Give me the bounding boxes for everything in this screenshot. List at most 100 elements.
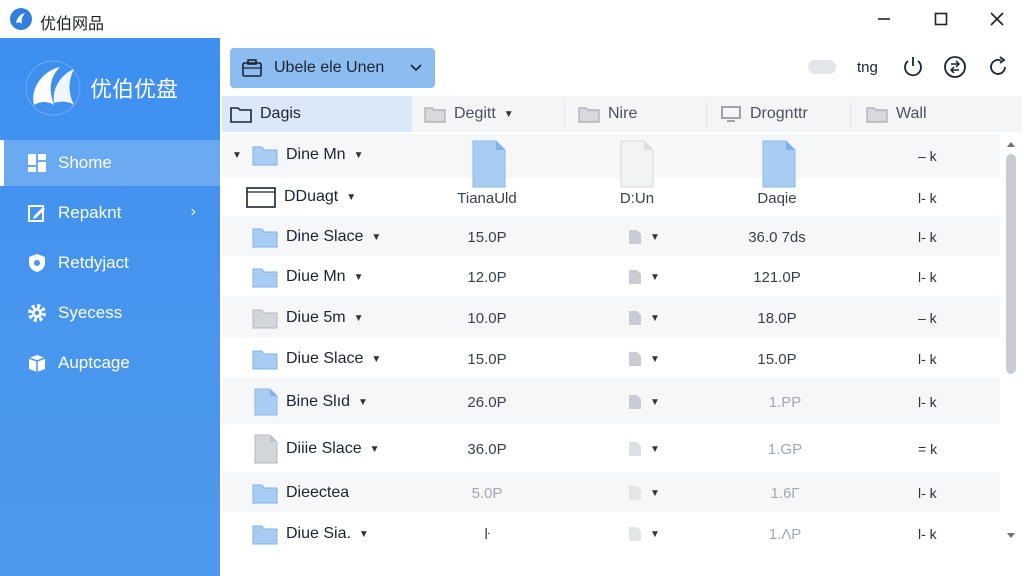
row-type[interactable]: ▼ <box>628 310 660 326</box>
folder-icon <box>252 525 278 545</box>
caret-down-icon[interactable]: ▼ <box>354 313 364 324</box>
file-gray-icon <box>629 527 641 541</box>
caret-down-icon[interactable]: ▼ <box>358 397 368 408</box>
power-icon[interactable] <box>901 55 925 79</box>
tab-degitt[interactable]: Degitt ▼ <box>416 96 562 132</box>
drive-selector-label: Ubele ele Unen <box>274 59 385 76</box>
caret-down-icon[interactable]: ▼ <box>370 444 380 455</box>
folder-icon <box>252 484 278 504</box>
row-type[interactable]: ▼ <box>628 441 660 457</box>
row-name: Diue Slace ▼ <box>252 348 381 370</box>
table-row[interactable]: Diue Sia. ▼ ŀ ▼ 1.ΛP l- k <box>222 512 1000 556</box>
minimize-button[interactable] <box>862 4 906 34</box>
caret-down-icon[interactable]: ▼ <box>354 150 364 161</box>
table-row[interactable]: Diiie Slace ▼ 36.0P ▼ 1.GP = k <box>222 424 1000 472</box>
tab-separator <box>564 100 565 128</box>
box-folder-icon <box>246 187 276 208</box>
row-action[interactable]: l- k <box>918 229 937 245</box>
table-row[interactable]: ▼ Dine Mn ▼ – k <box>222 134 1000 188</box>
sidebar-item-label: Shome <box>58 153 112 172</box>
sidebar-item-label: Syecess <box>58 303 123 322</box>
caret-down-icon: ▼ <box>650 487 660 499</box>
folder-gray-icon <box>252 309 278 329</box>
row-size: 15.0P <box>467 229 507 246</box>
scroll-up-icon[interactable] <box>1006 140 1016 148</box>
row-action[interactable]: l- k <box>918 351 937 367</box>
drive-selector[interactable]: Ubele ele Unen <box>230 48 435 88</box>
table-row[interactable]: Dieectea 5.0P ▼ 1.6Γ l- k <box>222 472 1000 512</box>
row-type[interactable]: ▼ <box>628 351 660 367</box>
tab-separator <box>706 100 707 128</box>
gear-icon <box>26 302 48 324</box>
scroll-thumb[interactable] <box>1006 154 1016 374</box>
row-action[interactable]: = k <box>918 441 937 457</box>
column-tabs: Dagis Degitt ▼ Nire Drognttr Wall <box>222 96 1022 132</box>
row-name: Diiie Slace ▼ <box>254 434 380 464</box>
folder-icon <box>578 107 600 123</box>
sidebar-item-label: Auptcage <box>58 353 130 372</box>
table-row[interactable]: Dine Slace ▼ 15.0P ▼ 36.0 7ds l- k <box>222 216 1000 256</box>
row-size: ŀ <box>484 526 490 543</box>
toggle-switch[interactable] <box>808 60 836 74</box>
file-gray-icon <box>629 230 641 244</box>
vertical-scrollbar[interactable] <box>1004 140 1018 544</box>
caret-down-icon[interactable]: ▼ <box>371 354 381 365</box>
caret-down-icon: ▼ <box>650 231 660 243</box>
caret-down-icon[interactable]: ▼ <box>359 529 369 540</box>
row-size: TianaUld <box>457 190 517 207</box>
folder-icon <box>252 350 278 370</box>
table-row[interactable]: Diue Slace ▼ 15.0P ▼ 15.0P l- k <box>222 338 1000 378</box>
sidebar-item-settings[interactable]: Syecess <box>0 290 220 336</box>
monitor-icon <box>721 106 741 122</box>
row-size: 5.0P <box>471 485 503 502</box>
row-action[interactable]: – k <box>918 310 937 326</box>
table-row[interactable]: Diue 5m ▼ 10.0P ▼ 18.0P – k <box>222 296 1000 338</box>
row-name: Dieectea <box>252 482 349 504</box>
row-type[interactable]: ▼ <box>628 485 660 501</box>
tab-dagis[interactable]: Dagis <box>222 96 412 132</box>
home-grid-icon <box>26 152 48 174</box>
row-type[interactable]: ▼ <box>628 269 660 285</box>
caret-down-icon: ▼ <box>650 443 660 455</box>
row-action[interactable]: l- k <box>918 485 937 501</box>
tab-wall[interactable]: Wall <box>858 96 1018 132</box>
row-action[interactable]: l- k <box>918 394 937 410</box>
folder-icon <box>252 268 278 288</box>
caret-down-icon[interactable]: ▼ <box>354 272 364 283</box>
expand-arrow-icon[interactable]: ▼ <box>232 150 242 161</box>
row-type[interactable]: ▼ <box>628 394 660 410</box>
table-row[interactable]: DDuagt ▼ TianaUld D:Un Daqie l- k <box>222 178 1000 216</box>
table-row[interactable]: Diue Mn ▼ 12.0P ▼ 121.0P l- k <box>222 256 1000 296</box>
app-logo-icon <box>10 8 32 30</box>
caret-down-icon: ▼ <box>503 108 514 120</box>
sync-icon[interactable] <box>943 55 967 79</box>
caret-down-icon[interactable]: ▼ <box>346 192 356 203</box>
caret-down-icon: ▼ <box>650 396 660 408</box>
table-row[interactable]: Bine Slıd ▼ 26.0P ▼ 1.PP l- k <box>222 378 1000 424</box>
row-type[interactable]: ▼ <box>628 526 660 542</box>
chevron-down-icon <box>410 64 422 72</box>
caret-down-icon: ▼ <box>650 271 660 283</box>
brand-logo-icon <box>25 60 81 116</box>
tab-nire[interactable]: Nire <box>570 96 706 132</box>
row-action[interactable]: l- k <box>918 269 937 285</box>
sidebar-item-report[interactable]: Repaknt › <box>0 190 220 236</box>
sidebar-item-package[interactable]: Auptcage <box>0 340 220 386</box>
tab-drognttr[interactable]: Drognttr <box>712 96 848 132</box>
row-action[interactable]: l- k <box>918 190 937 206</box>
scroll-down-icon[interactable] <box>1006 532 1016 540</box>
row-name: Dine Slace ▼ <box>252 226 381 248</box>
sidebar-item-home[interactable]: Shome <box>0 140 220 186</box>
close-button[interactable] <box>975 4 1019 34</box>
row-action[interactable]: l- k <box>918 526 937 542</box>
caret-down-icon[interactable]: ▼ <box>371 232 381 243</box>
row-action[interactable]: – k <box>918 148 937 164</box>
sidebar-item-protect[interactable]: Retdyjact <box>0 240 220 286</box>
refresh-icon[interactable] <box>986 55 1010 79</box>
sidebar-item-label: Repaknt <box>58 203 122 222</box>
row-date: 1.6Γ <box>770 485 800 502</box>
maximize-button[interactable] <box>919 4 963 34</box>
row-type[interactable]: ▼ <box>628 229 660 245</box>
row-date: 1.GP <box>767 441 803 458</box>
row-name: Diue Sia. ▼ <box>252 523 369 545</box>
